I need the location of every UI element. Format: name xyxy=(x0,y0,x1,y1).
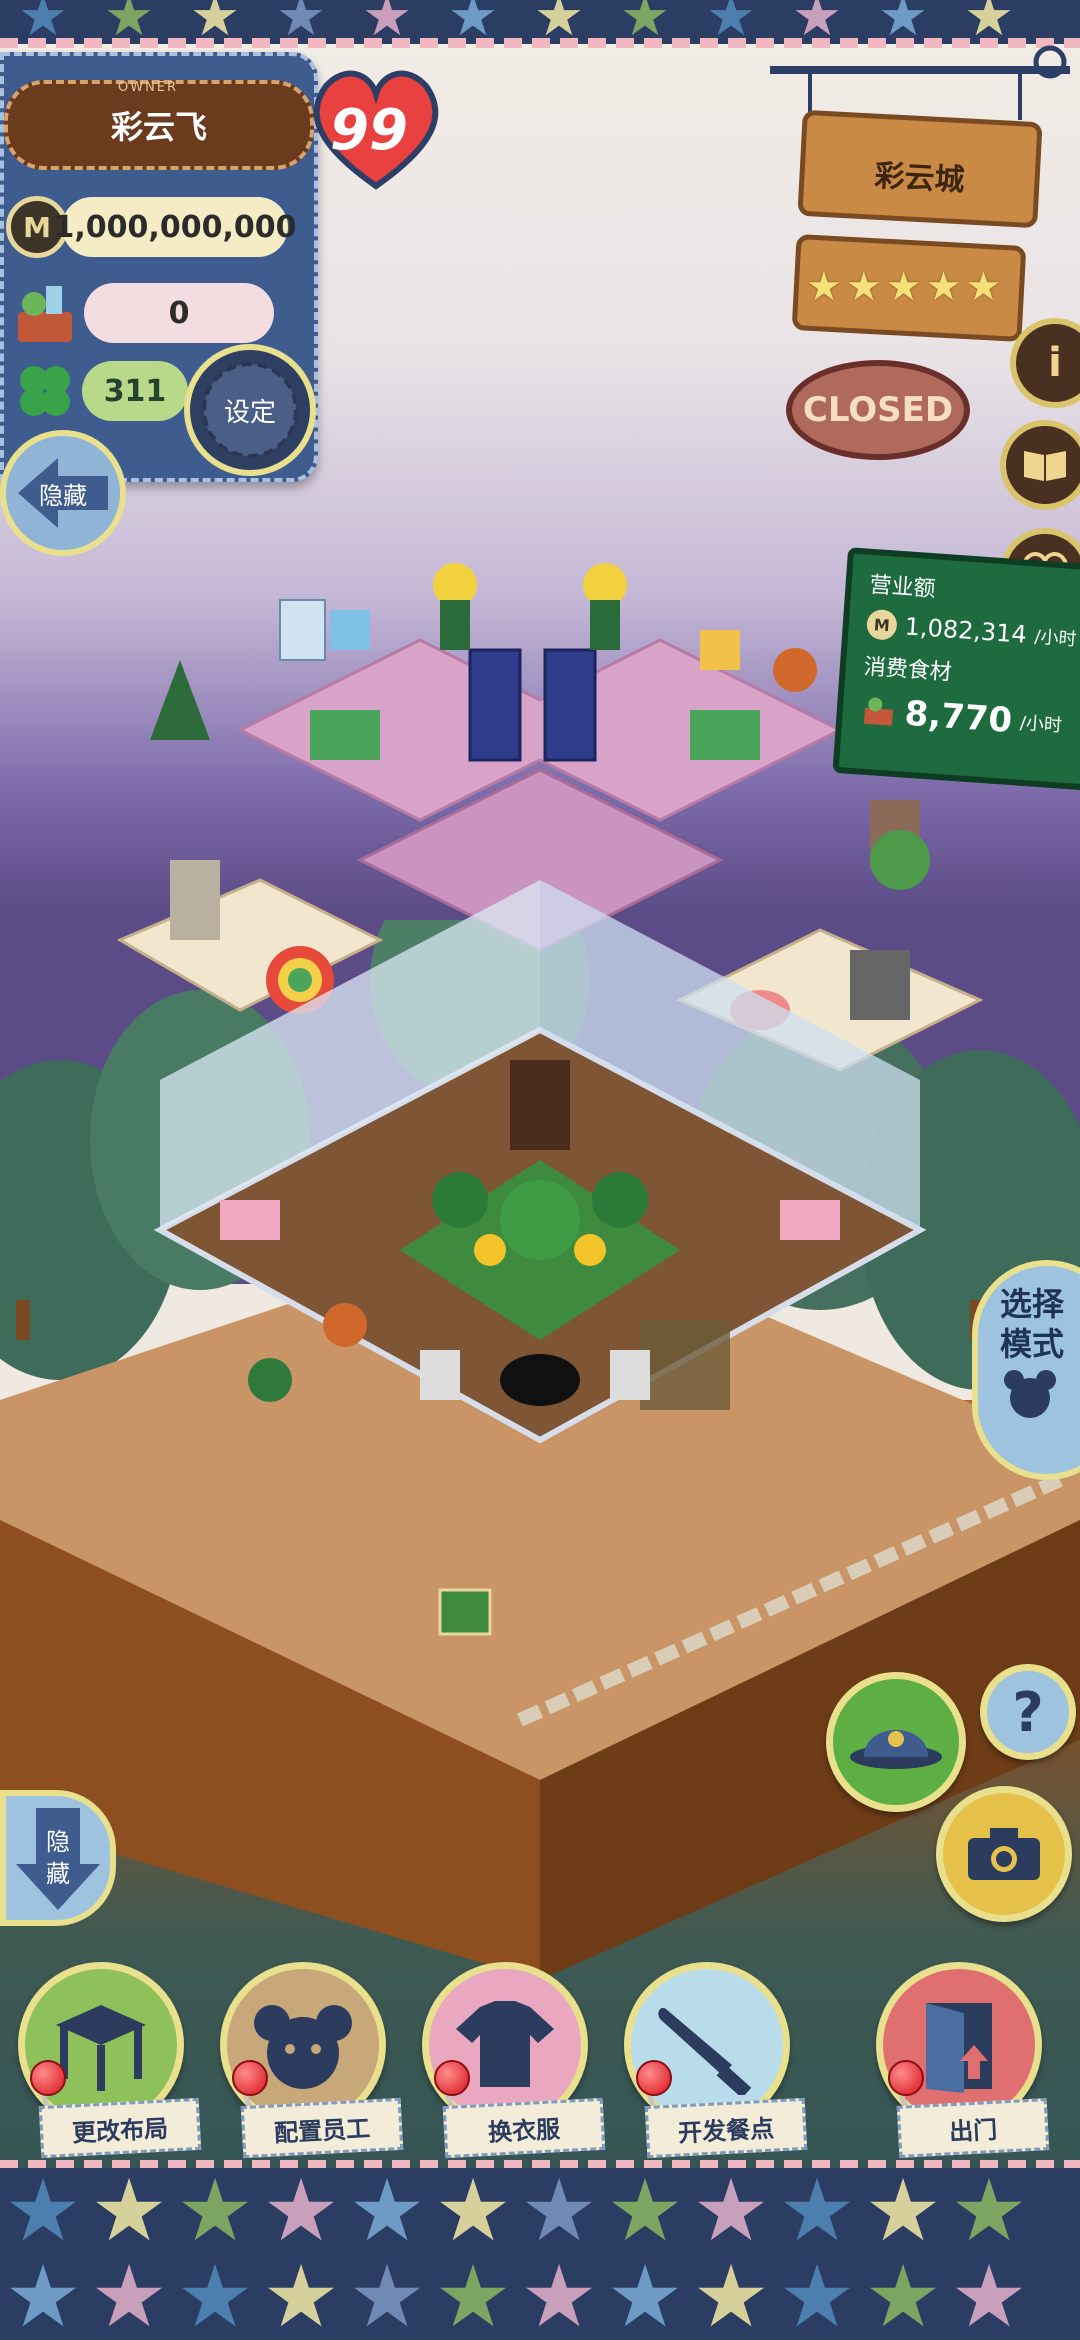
pin-icon xyxy=(30,2060,66,2096)
sales-label: 营业额 xyxy=(868,572,937,603)
menu-label: 换衣服 xyxy=(442,2097,606,2159)
coin-stat: M 1,000,000,000 xyxy=(6,196,296,258)
menu-develop-dish[interactable]: 开发餐点 xyxy=(616,1962,808,2162)
menu-label: 配置员工 xyxy=(240,2097,404,2159)
town-name: 彩云城 xyxy=(873,158,966,199)
clover-icon xyxy=(20,366,70,416)
clover-value: 311 xyxy=(82,361,188,421)
food-unit: /小时 xyxy=(1019,712,1063,737)
select-mode-button[interactable]: 选择 模式 xyxy=(972,1260,1080,1480)
level-value: 99 xyxy=(330,98,408,163)
pin-icon xyxy=(232,2060,268,2096)
pin-icon xyxy=(434,2060,470,2096)
star-icon: ★ xyxy=(965,264,1002,310)
sales-unit: /小时 xyxy=(1033,626,1078,651)
star-icon: ★ xyxy=(925,264,962,310)
settings-button[interactable]: 设定 xyxy=(184,344,316,476)
menu-assign-staff[interactable]: 配置员工 xyxy=(212,1962,404,2162)
camera-icon xyxy=(968,1828,1040,1880)
shop-status: CLOSED xyxy=(802,390,954,430)
select-mode-line2: 模式 xyxy=(1000,1325,1065,1363)
menu-go-out[interactable]: 出门 xyxy=(868,1962,1050,2162)
pin-icon xyxy=(636,2060,672,2096)
star-rating: ★ ★ ★ ★ ★ xyxy=(806,264,1001,310)
revenue-board: 营业额 M 1,082,314 /小时 消费食材 8,770 /小时 xyxy=(832,547,1080,791)
ingredient-value: 0 xyxy=(84,283,274,343)
costume-hat-button[interactable] xyxy=(826,1672,966,1812)
menu-label: 更改布局 xyxy=(38,2097,202,2159)
shop-status-sign[interactable]: CLOSED xyxy=(786,360,970,460)
star-icon: ★ xyxy=(885,264,922,310)
menu-change-layout[interactable]: 更改布局 xyxy=(10,1962,202,2162)
bottom-star-border: ★ ★ ★ ★ ★ ★ ★ ★ ★ ★ ★ ★ ★ ★ ★ ★ ★ ★ ★ ★ ★ ★ ★ ★ xyxy=(0,2168,1080,2340)
welcome-sign xyxy=(438,1588,492,1636)
sales-value: 1,082,314 xyxy=(903,612,1028,649)
sales-row: M 1,082,314 /小时 xyxy=(865,608,1080,654)
menu-label: 出门 xyxy=(896,2098,1050,2158)
clover-stat: 311 xyxy=(12,358,188,424)
hide-left-label: 隐藏 xyxy=(39,481,87,510)
sign-bracket xyxy=(770,45,1070,120)
star-icon: ★ xyxy=(806,264,842,310)
hide-bottom-button[interactable]: 隐 藏 xyxy=(0,1790,116,1926)
settings-label: 设定 xyxy=(223,397,276,428)
town-name-board: 彩云城 xyxy=(797,109,1043,229)
owner-name: 彩云飞 xyxy=(110,108,207,146)
star-icon: ★ xyxy=(845,264,882,310)
help-button[interactable]: ? xyxy=(980,1664,1076,1760)
menu-label: 开发餐点 xyxy=(644,2097,808,2159)
pin-icon xyxy=(888,2060,924,2096)
coin-value: 1,000,000,000 xyxy=(54,197,296,257)
info-icon: i xyxy=(1048,340,1062,386)
level-heart-badge[interactable]: 99 xyxy=(306,64,446,194)
select-mode-line1: 选择 xyxy=(1000,1285,1065,1323)
coin-icon: M xyxy=(865,608,898,641)
book-icon xyxy=(1024,451,1066,481)
food-value: 8,770 xyxy=(903,693,1014,742)
hide-left-button[interactable]: 隐藏 xyxy=(0,430,126,556)
grocery-basket-icon xyxy=(863,697,893,726)
food-label: 消费食材 xyxy=(863,654,953,686)
recipe-book-button[interactable] xyxy=(1000,420,1080,510)
menu-change-clothes[interactable]: 换衣服 xyxy=(414,1962,606,2162)
hide-bottom-label: 隐 藏 xyxy=(46,1828,70,1888)
question-icon: ? xyxy=(1012,1680,1044,1744)
food-row: 8,770 /小时 xyxy=(859,691,1073,746)
camera-button[interactable] xyxy=(936,1786,1072,1922)
grocery-basket-icon xyxy=(18,286,72,342)
ingredient-stat: 0 xyxy=(12,278,274,348)
bear-icon xyxy=(1004,1370,1056,1418)
owner-tag: OWNER xyxy=(118,80,179,95)
hat-icon xyxy=(850,1730,942,1769)
